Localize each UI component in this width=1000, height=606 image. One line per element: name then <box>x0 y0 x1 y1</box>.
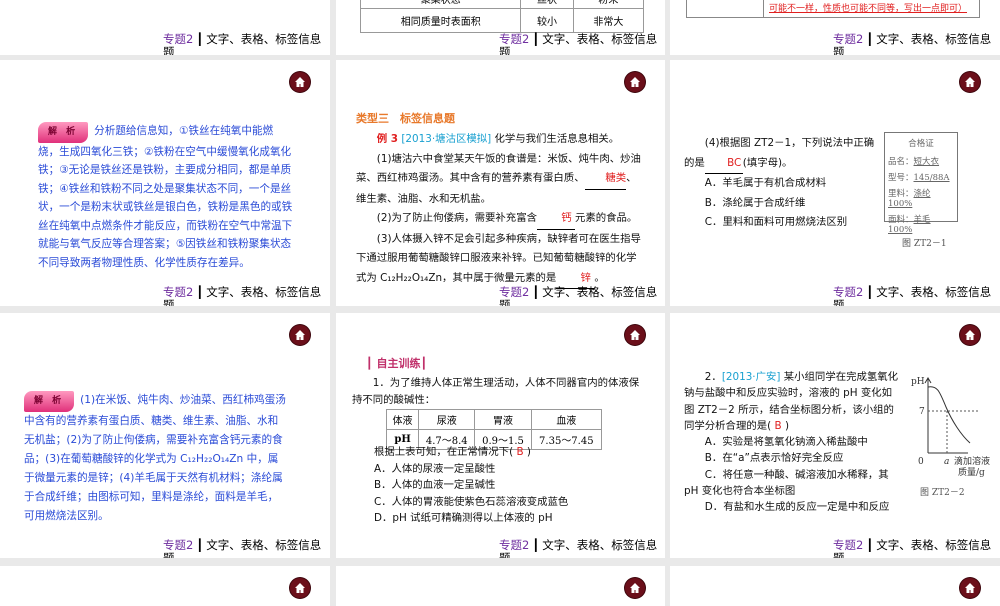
analysis-text: 解 析分析题给信息知，①铁丝在纯氧中能燃烧，生成四氧化三铁；②铁粉在空气中缓慢氧… <box>38 122 294 272</box>
x-tick-a: a <box>944 457 949 467</box>
example-text: 例 3 [2013·塘沽区模拟] 化学与我们生活息息相关。 (1)塘沽六中食堂某… <box>356 130 646 289</box>
question-text: (4)根据图 ZT2－1，下列说法中正确的是 BC (填字母)。 A．羊毛属于有机合… <box>684 137 875 228</box>
home-icon[interactable] <box>625 578 645 598</box>
question-text: 1．为了维持人体正常生理活动，人体不同器官内的体液保持不同的酸碱性： <box>352 377 640 406</box>
ph-curve <box>927 386 971 444</box>
slide-top-left[interactable]: 专题2 ┃ 文字、表格、标签信息题 <box>0 0 330 55</box>
home-icon[interactable] <box>290 325 310 345</box>
section-heading: ┃ 自主训练┃ <box>366 357 428 370</box>
slide-top-middle[interactable]: 聚集状态 丝状 粉末 相同质量时表面积 较小 非常大 专题2 ┃ 文字、表格、标签信息题 <box>336 0 665 55</box>
home-icon[interactable] <box>290 578 310 598</box>
options: 根据上表可知，在正常情况下( B ) A．人体的尿液一定呈酸性 B．人体的血液一定… <box>374 446 569 524</box>
slide-footer: 专题2 ┃ 文字、表格、标签信息题 <box>833 285 992 307</box>
figure-caption: 图 ZT2－2 <box>920 488 965 498</box>
slide-practice-2[interactable]: 2．[2013·广安] 某小组同学在完成氢氧化钠与盐酸中和反应实验时，溶液的 p… <box>670 313 1000 558</box>
x-label-2: 质量/g <box>958 466 985 478</box>
y-label: pH <box>911 377 925 387</box>
slide-footer: 专题2 ┃ 文字、表格、标签信息题 <box>163 32 322 56</box>
x-label-1: 滴加溶液 <box>954 455 990 467</box>
home-icon[interactable] <box>960 325 980 345</box>
slide-top-right[interactable]: 可能不一样，性质也可能不同等，写出一点即可） 专题2 ┃ 文字、表格、标签信息题 <box>670 0 1000 55</box>
figure-caption: 图 ZT2－1 <box>902 239 947 249</box>
slide-example-3[interactable]: 类型三 标签信息题 例 3 [2013·塘沽区模拟] 化学与我们生活息息相关。 … <box>336 60 665 306</box>
slide-footer: 专题2 ┃ 文字、表格、标签信息题 <box>499 285 658 307</box>
slide-question-4[interactable]: (4)根据图 ZT2－1，下列说法中正确的是 BC (填字母)。 A．羊毛属于有机合… <box>670 60 1000 306</box>
home-icon[interactable] <box>625 72 645 92</box>
answer-table-fragment: 可能不一样，性质也可能不同等，写出一点即可） <box>686 0 980 18</box>
home-icon[interactable] <box>290 72 310 92</box>
home-icon[interactable] <box>960 72 980 92</box>
guide-lines <box>928 410 978 453</box>
slide-footer: 专题2 ┃ 文字、表格、标签信息题 <box>499 32 658 56</box>
slide-footer: 专题2 ┃ 文字、表格、标签信息题 <box>499 538 658 559</box>
certificate-label: 合格证 品名：短大衣 型号：145/88A 里料：涤纶100% 面料：羊毛100… <box>884 132 958 235</box>
slide-practice-1[interactable]: ┃ 自主训练┃ 1．为了维持人体正常生理活动，人体不同器官内的体液保持不同的酸碱… <box>336 313 665 558</box>
red-note: 可能不一样，性质也可能不同等，写出一点即可） <box>769 4 968 14</box>
question-text: 2．[2013·广安] 某小组同学在完成氢氧化钠与盐酸中和反应实验时，溶液的 p… <box>684 371 899 514</box>
home-icon[interactable] <box>625 325 645 345</box>
home-icon[interactable] <box>960 578 980 598</box>
slide-bottom-middle[interactable] <box>336 566 665 606</box>
y-tick-7: 7 <box>919 407 925 417</box>
ph-curve-chart: pH 7 0 a 滴加溶液 质量/g <box>911 377 990 478</box>
slide-footer: 专题2 ┃ 文字、表格、标签信息题 <box>163 285 322 307</box>
slide-analysis-2[interactable]: 解 析 (1)在米饭、炖牛肉、炒油菜、西红柿鸡蛋汤中含有的营养素有蛋白质、糖类、维… <box>0 313 330 558</box>
slide-bottom-right[interactable] <box>670 566 1000 606</box>
slide-bottom-left[interactable] <box>0 566 330 606</box>
section-heading: 类型三 标签信息题 <box>356 112 455 125</box>
analysis-text: 解 析 (1)在米饭、炖牛肉、炒油菜、西红柿鸡蛋汤中含有的营养素有蛋白质、糖类、维… <box>24 391 288 526</box>
comparison-table: 聚集状态 丝状 粉末 相同质量时表面积 较小 非常大 <box>359 0 645 33</box>
slide-footer: 专题2 ┃ 文字、表格、标签信息题 <box>163 538 322 559</box>
slide-footer: 专题2 ┃ 文字、表格、标签信息题 <box>833 538 992 559</box>
slide-footer: 专题2 ┃ 文字、表格、标签信息题 <box>833 32 992 56</box>
slide-analysis-1[interactable]: 解 析分析题给信息知，①铁丝在纯氧中能燃烧，生成四氧化三铁；②铁粉在空气中缓慢氧… <box>0 60 330 306</box>
origin-label: 0 <box>918 457 924 467</box>
y-axis <box>924 377 932 453</box>
